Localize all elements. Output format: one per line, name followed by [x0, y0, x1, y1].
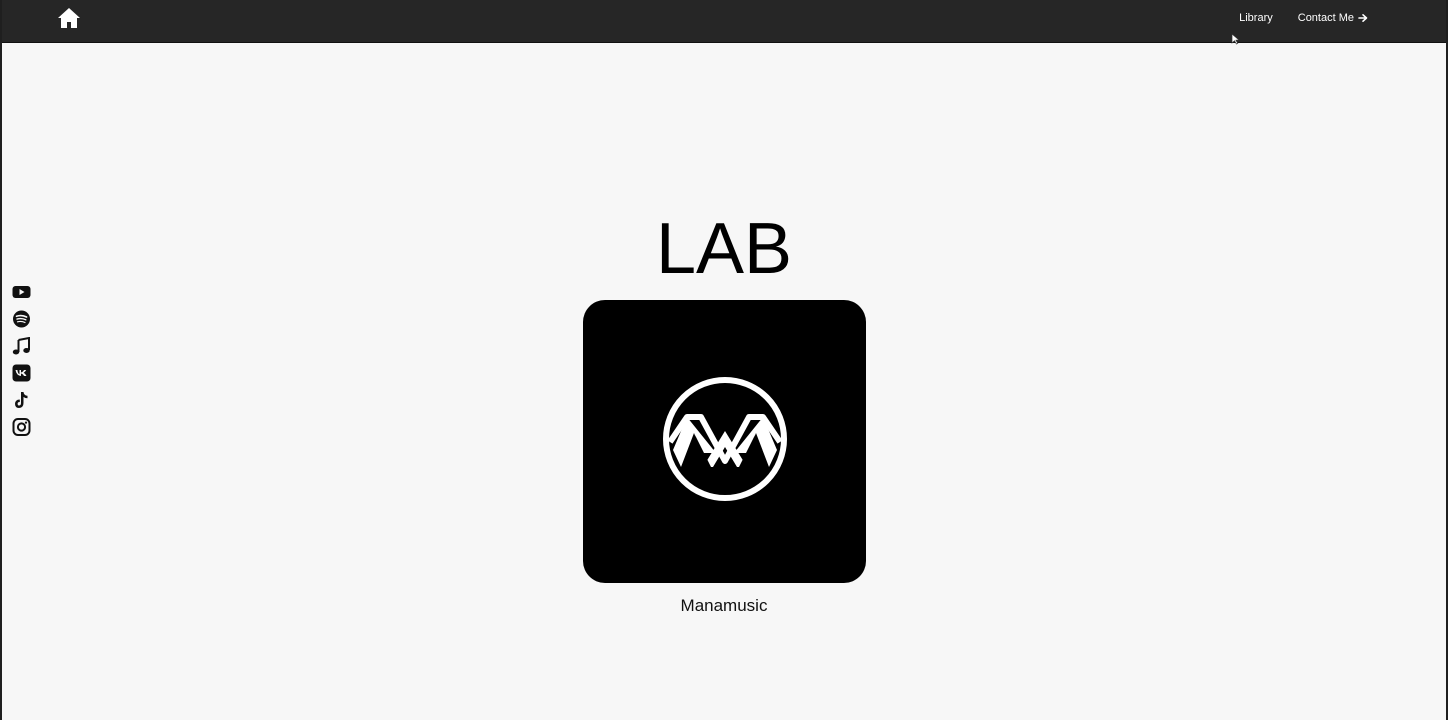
arrow-right-icon	[1358, 13, 1368, 23]
nav-links: Library Contact Me	[1239, 0, 1368, 35]
album-card[interactable]	[583, 300, 866, 583]
instagram-icon[interactable]	[12, 418, 31, 436]
music-note-icon[interactable]	[12, 337, 31, 355]
social-sidebar	[12, 283, 31, 436]
nav-link-contact-label: Contact Me	[1297, 11, 1354, 24]
tiktok-icon[interactable]	[12, 391, 31, 409]
nav-link-contact[interactable]: Contact Me	[1298, 12, 1368, 24]
mouse-cursor-icon	[1231, 32, 1240, 45]
nav-link-library[interactable]: Library	[1239, 12, 1273, 24]
manamusic-logo	[661, 375, 789, 503]
nav-link-library-label: Library	[1239, 11, 1273, 24]
spotify-icon[interactable]	[12, 310, 31, 328]
home-button[interactable]	[57, 7, 81, 29]
top-navbar: Library Contact Me	[2, 0, 1446, 43]
album-card-caption[interactable]: Manamusic	[2, 596, 1446, 616]
vk-icon[interactable]	[12, 364, 31, 382]
home-icon	[57, 7, 81, 29]
page-title: LAB	[655, 209, 793, 289]
